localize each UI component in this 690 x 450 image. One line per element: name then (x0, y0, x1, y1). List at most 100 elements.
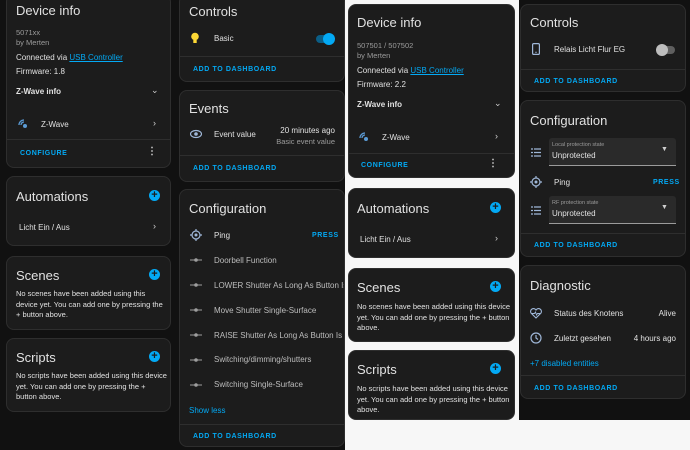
add-automation-button[interactable]: + (490, 202, 501, 213)
rf-protection-select[interactable]: RF protection state Unprotected ▼ (549, 196, 676, 224)
divider (521, 69, 685, 70)
scripts-card: Scripts + No scripts have been added usi… (348, 350, 515, 420)
card-title: Events (189, 101, 229, 116)
configure-button[interactable]: CONFIGURE (361, 162, 408, 169)
card-title: Scenes (16, 268, 60, 283)
automation-item[interactable]: Licht Ein / Aus (360, 235, 411, 244)
zwave-item[interactable]: Z-Wave (41, 120, 69, 129)
event-time: 20 minutes ago (280, 126, 335, 135)
scripts-empty-text: No scripts have been added using this de… (357, 384, 510, 414)
event-item[interactable]: Event value (214, 130, 256, 139)
automations-card: Automations + Licht Ein / Aus › (6, 176, 171, 246)
config-item[interactable]: Doorbell Function (214, 256, 277, 265)
card-title: Controls (189, 4, 238, 19)
card-title: Scripts (357, 362, 397, 377)
config-option-icon (190, 307, 202, 313)
controls-card: Controls Relais Licht Flur EG ADD TO DAS… (520, 4, 686, 92)
card-title: Automations (357, 201, 430, 216)
card-title: Device info (357, 15, 422, 30)
select-label: Local protection state (552, 142, 605, 148)
config-option-icon (190, 357, 202, 363)
disabled-entities-link[interactable]: +7 disabled entities (530, 359, 599, 368)
device-model: 5071xx (16, 28, 41, 37)
add-script-button[interactable]: + (490, 363, 501, 374)
configure-button[interactable]: CONFIGURE (20, 150, 67, 157)
chevron-right-icon[interactable]: › (495, 131, 498, 141)
config-item[interactable]: RAISE Shutter As Long As Button Is I (214, 331, 344, 340)
add-to-dashboard-button[interactable]: ADD TO DASHBOARD (193, 66, 277, 73)
card-title: Configuration (530, 113, 608, 128)
connected-prefix: Connected via (16, 53, 70, 62)
add-scene-button[interactable]: + (149, 269, 160, 280)
more-vert-icon[interactable]: ⋮ (488, 158, 498, 169)
zwave-icon (18, 118, 30, 130)
chevron-right-icon[interactable]: › (153, 221, 156, 231)
local-protection-select[interactable]: Local protection state Unprotected ▼ (549, 138, 676, 166)
zwave-info-toggle[interactable]: Z-Wave info (357, 100, 402, 109)
config-item[interactable]: Move Shutter Single-Surface (214, 306, 316, 315)
events-card: Events Event value 20 minutes ago Basic … (179, 90, 345, 182)
config-item[interactable]: Switching/dimming/shutters (214, 355, 311, 364)
status-label: Status des Knotens (554, 309, 624, 318)
list-icon (531, 148, 541, 157)
card-title: Controls (530, 15, 579, 30)
status-value: Alive (658, 309, 676, 318)
control-item: Basic (214, 34, 234, 43)
clock-icon (530, 332, 542, 344)
select-label: RF protection state (552, 200, 599, 206)
zwave-info-toggle[interactable]: Z-Wave info (16, 87, 61, 96)
toggle-knob (323, 33, 335, 45)
divider (180, 424, 344, 425)
add-to-dashboard-button[interactable]: ADD TO DASHBOARD (193, 165, 277, 172)
divider (521, 233, 685, 234)
device-info-card: Device info 507501 / 507502 by Merten Co… (348, 4, 515, 178)
config-option-icon (190, 382, 202, 388)
chevron-down-icon[interactable]: ⌄ (151, 85, 159, 96)
scenes-empty-text: No scenes have been added using this dev… (357, 302, 511, 332)
scenes-card: Scenes + No scenes have been added using… (6, 256, 171, 330)
chevron-right-icon[interactable]: › (153, 118, 156, 128)
add-to-dashboard-button[interactable]: ADD TO DASHBOARD (534, 385, 618, 392)
add-to-dashboard-button[interactable]: ADD TO DASHBOARD (193, 433, 277, 440)
chevron-right-icon[interactable]: › (495, 233, 498, 243)
config-option-icon (190, 257, 202, 263)
connected-prefix: Connected via (357, 66, 411, 75)
automation-item[interactable]: Licht Ein / Aus (19, 223, 70, 232)
ping-target-icon (190, 229, 202, 241)
add-scene-button[interactable]: + (490, 281, 501, 292)
scenes-card: Scenes + No scenes have been added using… (348, 268, 515, 342)
relais-toggle[interactable] (656, 44, 675, 56)
configuration-card: Configuration Local protection state Unp… (520, 100, 686, 257)
chevron-down-icon[interactable]: ⌄ (494, 98, 502, 109)
add-to-dashboard-button[interactable]: ADD TO DASHBOARD (534, 78, 618, 85)
toggle-knob (656, 44, 668, 56)
config-item[interactable]: Switching Single-Surface (214, 380, 303, 389)
press-button[interactable]: PRESS (312, 232, 339, 239)
basic-toggle[interactable] (316, 33, 335, 45)
zwave-icon (359, 131, 371, 143)
add-to-dashboard-button[interactable]: ADD TO DASHBOARD (534, 242, 618, 249)
connected-via: Connected via USB Controller (357, 66, 464, 75)
device-info-card: Device info 5071xx by Merten Connected v… (6, 0, 171, 168)
press-button[interactable]: PRESS (653, 179, 680, 186)
show-less-link[interactable]: Show less (189, 406, 225, 415)
phone-icon (532, 43, 540, 55)
usb-controller-link[interactable]: USB Controller (69, 53, 122, 62)
light-background-region (519, 420, 690, 450)
scripts-empty-text: No scripts have been added using this de… (16, 371, 167, 401)
device-model: 507501 / 507502 (357, 41, 414, 50)
device-manufacturer: by Merten (16, 38, 50, 47)
card-title: Automations (16, 189, 89, 204)
firmware: Firmware: 1.8 (16, 67, 65, 76)
zwave-item[interactable]: Z-Wave (382, 133, 410, 142)
add-script-button[interactable]: + (149, 351, 160, 362)
configuration-card: Configuration Ping PRESS Doorbell Functi… (179, 189, 345, 447)
divider (180, 155, 344, 156)
add-automation-button[interactable]: + (149, 190, 160, 201)
scripts-card: Scripts + No scripts have been added usi… (6, 338, 171, 412)
more-vert-icon[interactable]: ⋮ (147, 146, 157, 157)
divider (521, 375, 685, 376)
config-item[interactable]: LOWER Shutter As Long As Button Is (214, 281, 344, 290)
card-title: Device info (16, 3, 81, 18)
usb-controller-link[interactable]: USB Controller (410, 66, 463, 75)
